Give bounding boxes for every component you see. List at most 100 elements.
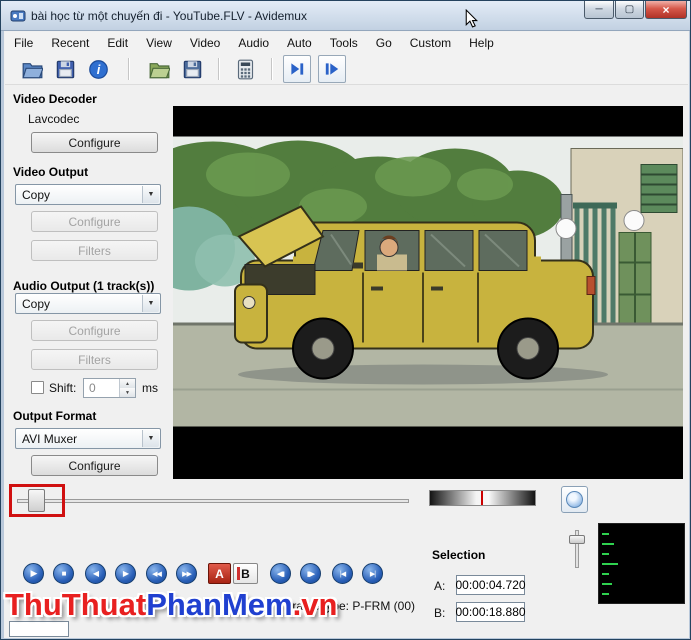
watermark-part2: PhanMem (146, 587, 293, 622)
video-decoder-configure-button[interactable]: Configure (31, 132, 158, 153)
maximize-button[interactable]: ▢ (615, 1, 644, 19)
shift-label: Shift: (49, 381, 77, 395)
shift-unit-label: ms (142, 381, 158, 395)
shuttle-scrubber[interactable] (429, 490, 536, 506)
jump-to-start-icon[interactable] (283, 55, 311, 83)
previous-keyframe-button[interactable]: ◀◀ (146, 563, 167, 584)
menu-edit[interactable]: Edit (98, 32, 137, 54)
shuttle-reset-button[interactable] (561, 486, 588, 513)
button-label: Filters (78, 243, 111, 258)
save-icon[interactable] (52, 56, 78, 82)
meter-mark (602, 593, 609, 595)
video-preview (173, 106, 683, 479)
meter-mark (602, 553, 609, 555)
menu-view[interactable]: View (137, 32, 181, 54)
time-display (9, 621, 69, 637)
next-frame-icon: ▶ (122, 569, 129, 578)
last-frame-button[interactable]: ▶| (362, 563, 383, 584)
menu-recent[interactable]: Recent (42, 32, 98, 54)
spin-down-icon[interactable]: ▼ (120, 388, 135, 397)
selection-heading: Selection (432, 548, 486, 562)
seek-slider-track[interactable] (17, 499, 409, 503)
volume-slider-handle[interactable] (569, 535, 585, 544)
toolbar-separator (218, 58, 219, 80)
set-marker-b-button[interactable]: B (233, 563, 258, 584)
output-format-configure-button[interactable]: Configure (31, 455, 158, 476)
button-label: Configure (68, 135, 121, 150)
previous-frame-icon: ◀ (92, 569, 99, 578)
previous-frame-button[interactable]: ◀ (85, 563, 106, 584)
button-label: Filters (78, 352, 111, 367)
next-black-frame-button[interactable]: ▮▶ (300, 563, 321, 584)
meter-mark (602, 533, 609, 535)
selection-b-value: 00:00:18.880 (455, 605, 526, 619)
next-frame-button[interactable]: ▶ (115, 563, 136, 584)
chevron-down-icon: ▼ (142, 430, 159, 447)
output-format-select[interactable]: AVI Muxer ▼ (15, 428, 161, 449)
menu-help[interactable]: Help (460, 32, 503, 54)
menu-video[interactable]: Video (181, 32, 229, 54)
audio-output-select[interactable]: Copy ▼ (15, 293, 161, 314)
menu-auto[interactable]: Auto (278, 32, 321, 54)
set-marker-a-button[interactable]: A (208, 563, 231, 584)
next-keyframe-button[interactable]: ▶▶ (176, 563, 197, 584)
menu-file[interactable]: File (5, 32, 42, 54)
previous-black-frame-icon: ◀▮ (276, 570, 285, 578)
next-black-frame-icon: ▮▶ (306, 570, 315, 578)
open-folder-icon[interactable] (146, 56, 172, 82)
audio-output-filters-button[interactable]: Filters (31, 349, 158, 370)
avidemux-window: bài học từ một chuyến đi - YouTube.FLV -… (0, 0, 691, 640)
button-label: Configure (68, 458, 121, 473)
last-frame-icon: ▶| (369, 570, 376, 578)
next-keyframe-icon: ▶▶ (182, 570, 192, 578)
first-frame-button[interactable]: |◀ (332, 563, 353, 584)
spinner-arrows[interactable]: ▲ ▼ (119, 379, 135, 397)
chevron-down-icon: ▼ (142, 186, 159, 203)
output-format-selected: AVI Muxer (22, 431, 78, 446)
spin-up-icon[interactable]: ▲ (120, 379, 135, 388)
previous-black-frame-button[interactable]: ◀▮ (270, 563, 291, 584)
shift-checkbox[interactable] (31, 381, 44, 394)
menu-tools[interactable]: Tools (321, 32, 367, 54)
menu-audio[interactable]: Audio (229, 32, 278, 54)
save-copy-icon[interactable] (179, 56, 205, 82)
video-output-heading: Video Output (13, 165, 89, 179)
watermark: ThuThuatPhanMem.vn (5, 587, 337, 623)
stop-icon: ■ (61, 569, 67, 578)
menu-custom[interactable]: Custom (401, 32, 460, 54)
window-title: bài học từ một chuyến đi - YouTube.FLV -… (31, 9, 307, 23)
close-button[interactable]: × (645, 1, 687, 19)
calculator-icon[interactable] (232, 56, 258, 82)
video-decoder-heading: Video Decoder (13, 92, 97, 106)
video-output-select[interactable]: Copy ▼ (15, 184, 161, 205)
menu-go[interactable]: Go (367, 32, 401, 54)
selection-a-value: 00:00:04.720 (455, 578, 526, 592)
meter-mark (602, 563, 618, 565)
marker-b-label: B (241, 566, 250, 581)
output-format-heading: Output Format (13, 409, 97, 423)
marker-b-flag-icon (237, 567, 240, 580)
stop-button[interactable]: ■ (53, 563, 74, 584)
shift-spinner[interactable]: 0 ▲ ▼ (83, 378, 136, 398)
open-icon[interactable] (19, 56, 45, 82)
selection-a-field: 00:00:04.720 (455, 575, 526, 595)
play-button[interactable]: ▶ (23, 563, 44, 584)
meter-mark (602, 583, 612, 585)
first-frame-icon: |◀ (339, 570, 346, 578)
close-icon: × (662, 2, 670, 17)
selection-b-label: B: (434, 606, 446, 620)
audio-output-configure-button[interactable]: Configure (31, 320, 158, 341)
audio-output-heading: Audio Output (1 track(s)) (13, 279, 155, 293)
chevron-down-icon: ▼ (142, 295, 159, 312)
minimize-button[interactable]: ─ (584, 1, 614, 19)
video-output-configure-button[interactable]: Configure (31, 211, 158, 232)
shuttle-center-marker (481, 491, 483, 505)
information-icon[interactable]: i (85, 56, 111, 82)
button-label: Configure (68, 214, 121, 229)
video-output-filters-button[interactable]: Filters (31, 240, 158, 261)
jump-to-end-icon[interactable] (318, 55, 346, 83)
toolbar-separator (128, 58, 129, 80)
video-decoder-name: Lavcodec (28, 112, 80, 126)
minimize-icon: ─ (595, 4, 603, 15)
audio-output-selected: Copy (22, 296, 51, 311)
